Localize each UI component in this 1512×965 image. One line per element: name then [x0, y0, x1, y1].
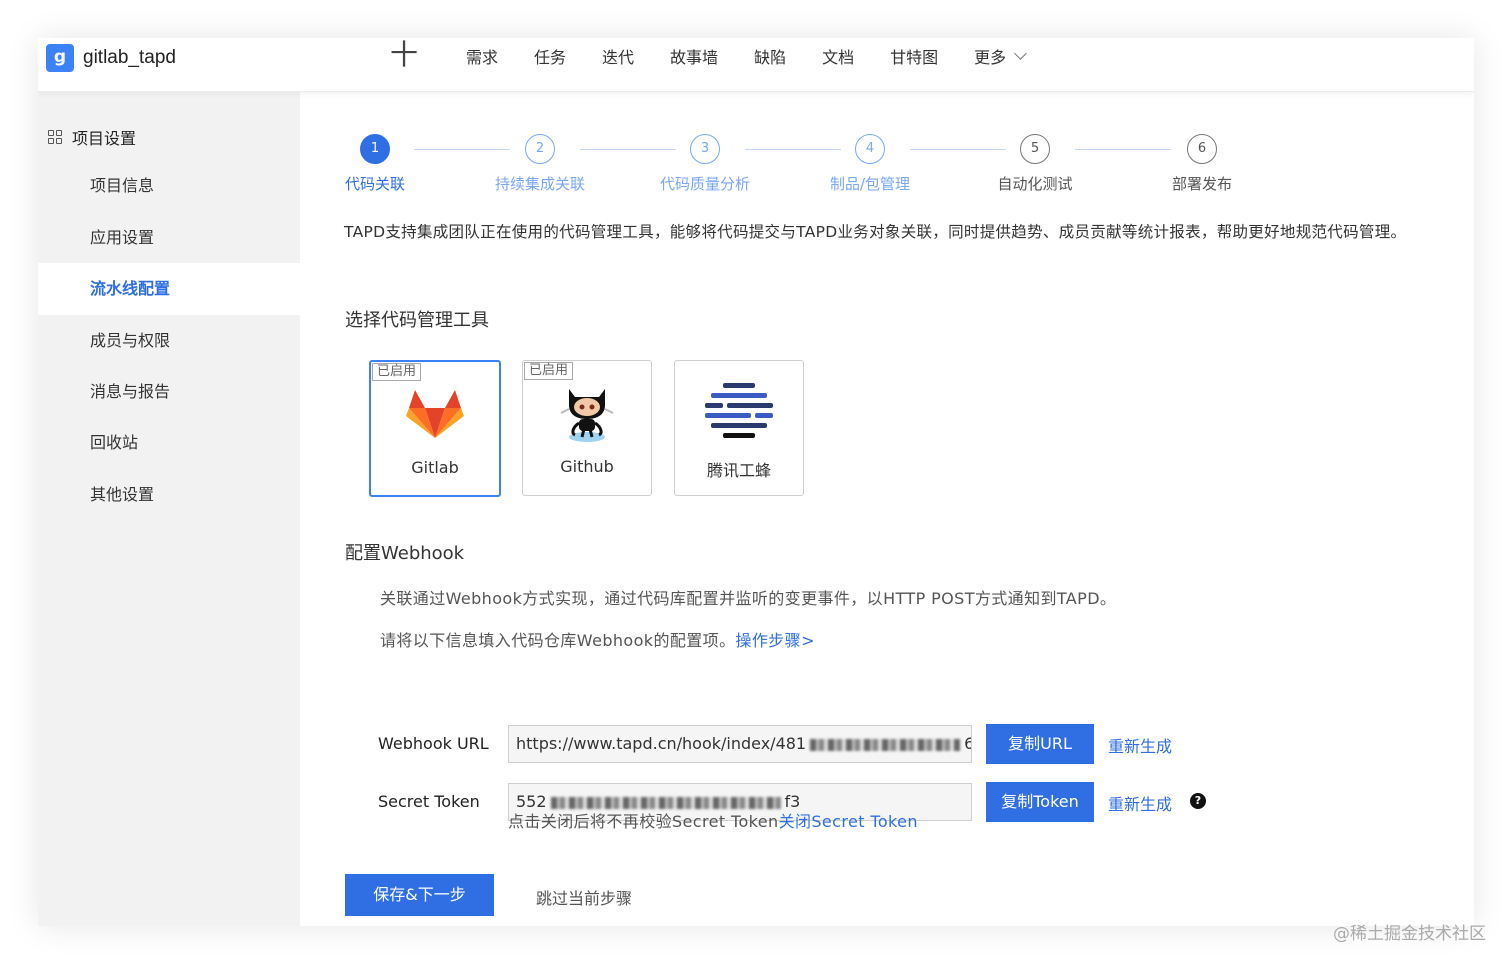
- url-value-prefix: https://www.tapd.cn/hook/index/481: [516, 734, 807, 753]
- copy-url-button[interactable]: 复制URL: [986, 724, 1094, 764]
- enabled-badge: 已启用: [372, 363, 422, 381]
- step-label: 代码质量分析: [659, 175, 750, 193]
- tool-name: Gitlab: [411, 458, 459, 477]
- nav-item-iterations[interactable]: 迭代: [602, 44, 634, 68]
- step-label: 持续集成关联: [494, 175, 585, 193]
- step-number: 5: [1020, 134, 1050, 164]
- tencent-gongfeng-icon: [705, 383, 773, 438]
- main-nav: 需求 任务 迭代 故事墙 缺陷 文档 甘特图 更多: [466, 44, 1061, 68]
- steps-link[interactable]: 操作步骤>: [735, 631, 814, 650]
- sidebar-title: 项目设置: [72, 129, 137, 148]
- secret-token-note: 点击关闭后将不再校验Secret Token关闭Secret Token: [508, 808, 918, 832]
- step-number: 3: [690, 134, 720, 164]
- github-icon: [560, 389, 614, 442]
- nav-item-more[interactable]: 更多: [974, 44, 1027, 68]
- step-label: 代码关联: [344, 175, 405, 193]
- regenerate-url-button[interactable]: 重新生成: [1108, 733, 1172, 757]
- intro-description: TAPD支持集成团队正在使用的代码管理工具，能够将代码提交与TAPD业务对象关联…: [344, 223, 1407, 241]
- nav-item-tasks[interactable]: 任务: [534, 44, 566, 68]
- sidebar-header: 项目设置: [48, 125, 136, 149]
- step-deploy[interactable]: 6 部署发布: [1162, 134, 1242, 194]
- tool-name: Github: [560, 457, 614, 476]
- instruction-text: 请将以下信息填入代码仓库Webhook的配置项。: [380, 631, 736, 650]
- nav-item-docs[interactable]: 文档: [822, 44, 854, 68]
- step-number: 2: [525, 134, 555, 164]
- top-bar: g gitlab_tapd 十 需求 任务 迭代 故事墙 缺陷 文档 甘特图 更…: [38, 38, 1474, 92]
- sidebar-item-members[interactable]: 成员与权限: [38, 315, 300, 367]
- project-name[interactable]: gitlab_tapd: [83, 47, 176, 69]
- close-secret-token-link[interactable]: 关闭Secret Token: [779, 812, 918, 831]
- add-icon[interactable]: 十: [390, 38, 418, 72]
- regenerate-token-button[interactable]: 重新生成: [1108, 791, 1172, 815]
- step-auto-test[interactable]: 5 自动化测试: [985, 134, 1085, 194]
- enabled-badge: 已启用: [524, 362, 574, 380]
- tool-section-title: 选择代码管理工具: [345, 310, 489, 331]
- step-number: 6: [1187, 134, 1217, 164]
- step-number: 1: [360, 134, 390, 164]
- sidebar: 项目设置 项目信息 应用设置 流水线配置 成员与权限 消息与报告 回收站 其他设…: [38, 92, 300, 926]
- grid-icon: [48, 130, 62, 144]
- step-label: 制品/包管理: [829, 175, 911, 193]
- skip-step-button[interactable]: 跳过当前步骤: [536, 885, 632, 909]
- url-value-suffix: 61: [964, 734, 971, 753]
- chevron-down-icon: [1014, 46, 1027, 60]
- nav-item-requirements[interactable]: 需求: [466, 44, 498, 68]
- main-content: 1 代码关联 2 持续集成关联 3 代码质量分析 4 制品/包管理 5 自动化测…: [300, 92, 1474, 926]
- save-next-button[interactable]: 保存&下一步: [345, 874, 494, 916]
- nav-more-label: 更多: [974, 48, 1007, 67]
- step-label: 自动化测试: [997, 175, 1073, 193]
- webhook-url-field[interactable]: https://www.tapd.cn/hook/index/481 61: [508, 725, 972, 763]
- help-icon[interactable]: ?: [1190, 793, 1206, 809]
- nav-item-gantt[interactable]: 甘特图: [890, 44, 938, 68]
- webhook-info-text: 关联通过Webhook方式实现，通过代码库配置并监听的变更事件，以HTTP PO…: [380, 589, 1117, 608]
- sidebar-item-other-settings[interactable]: 其他设置: [38, 469, 300, 521]
- step-ci-link[interactable]: 2 持续集成关联: [490, 134, 590, 194]
- tool-card-gitlab[interactable]: 已启用 Gitlab: [369, 360, 501, 497]
- nav-item-story-wall[interactable]: 故事墙: [670, 44, 718, 68]
- watermark: @稀土掘金技术社区: [1333, 924, 1486, 944]
- webhook-url-label: Webhook URL: [378, 734, 489, 753]
- sidebar-item-project-info[interactable]: 项目信息: [38, 160, 300, 212]
- step-code-link[interactable]: 1 代码关联: [340, 134, 410, 194]
- step-connector: [1075, 149, 1171, 150]
- step-artifact-management[interactable]: 4 制品/包管理: [820, 134, 920, 194]
- step-number: 4: [855, 134, 885, 164]
- step-label: 部署发布: [1171, 175, 1232, 193]
- nav-item-bugs[interactable]: 缺陷: [754, 44, 786, 68]
- sidebar-item-pipeline-config[interactable]: 流水线配置: [38, 263, 300, 315]
- redacted-mark: [810, 738, 961, 751]
- copy-token-button[interactable]: 复制Token: [986, 782, 1094, 822]
- note-text: 点击关闭后将不再校验Secret Token: [508, 812, 779, 831]
- webhook-instruction: 请将以下信息填入代码仓库Webhook的配置项。操作步骤>: [380, 627, 815, 651]
- redacted-mark: [550, 796, 781, 809]
- project-logo-icon[interactable]: g: [46, 44, 74, 72]
- tool-name: 腾讯工蜂: [706, 461, 771, 480]
- gitlab-icon: [406, 390, 464, 438]
- sidebar-item-app-settings[interactable]: 应用设置: [38, 212, 300, 264]
- sidebar-item-messages[interactable]: 消息与报告: [38, 366, 300, 418]
- tool-card-github[interactable]: 已启用 Github: [522, 360, 652, 496]
- tool-card-tencent-gongfeng[interactable]: 腾讯工蜂: [674, 360, 804, 496]
- secret-token-label: Secret Token: [378, 792, 480, 811]
- app-window: g gitlab_tapd 十 需求 任务 迭代 故事墙 缺陷 文档 甘特图 更…: [38, 38, 1474, 926]
- step-code-quality[interactable]: 3 代码质量分析: [655, 134, 755, 194]
- webhook-section-title: 配置Webhook: [345, 543, 465, 564]
- sidebar-item-recycle-bin[interactable]: 回收站: [38, 417, 300, 469]
